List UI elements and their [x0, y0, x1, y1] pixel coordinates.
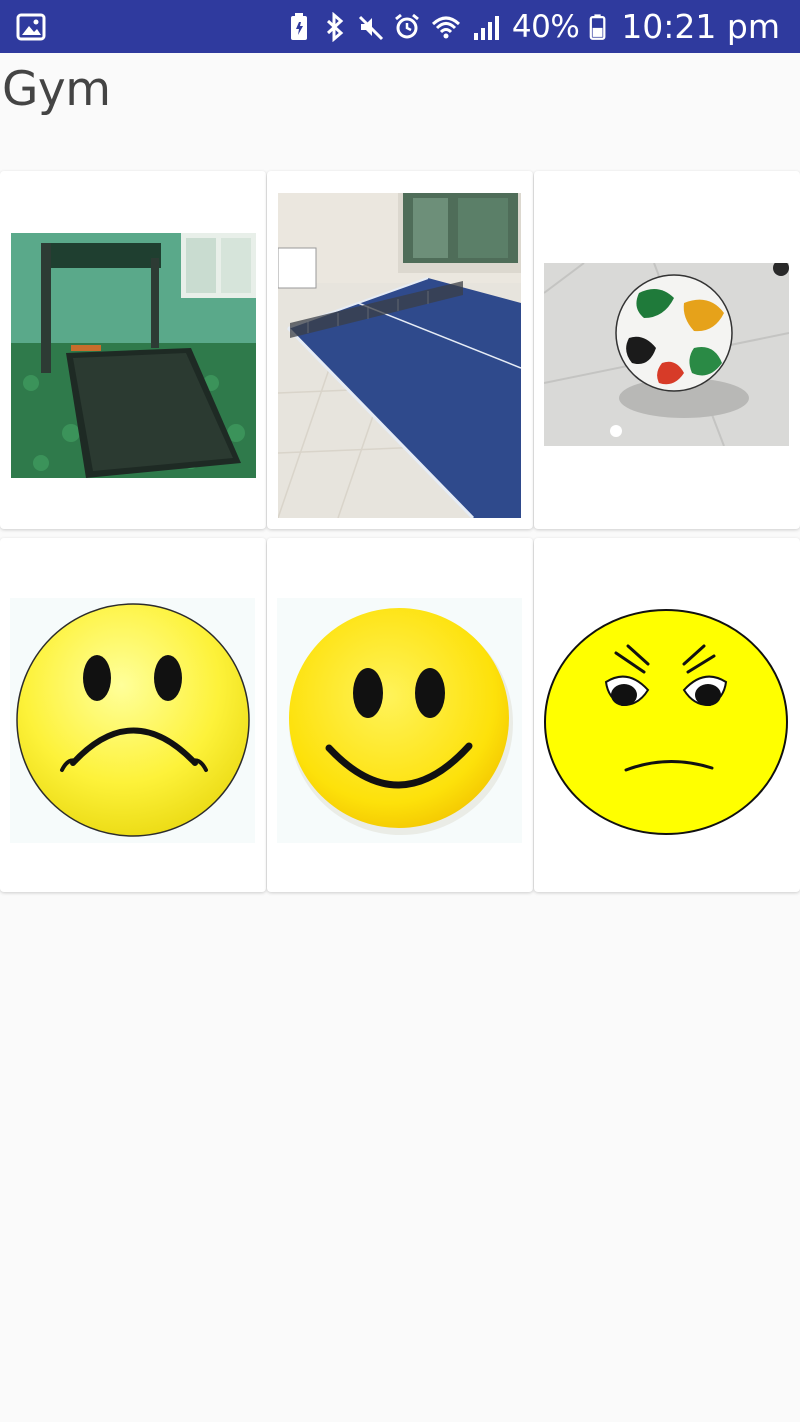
ping-pong-table-image — [278, 193, 521, 518]
status-bar: 40% 10:21 pm — [0, 0, 800, 53]
grid-item-happy-face[interactable] — [267, 538, 533, 892]
treadmill-image — [11, 233, 256, 478]
grid-item-angry-face[interactable] — [534, 538, 800, 892]
grid-item-sad-face[interactable] — [0, 538, 266, 892]
battery-icon — [589, 13, 606, 40]
signal-icon — [473, 15, 499, 40]
image-notification-icon — [16, 13, 46, 41]
clock: 10:21 pm — [621, 7, 780, 46]
page-title: Gym — [2, 62, 111, 117]
battery-percent: 40% — [511, 8, 580, 45]
grid-item-soccer-ball[interactable] — [534, 171, 800, 529]
grid-item-treadmill[interactable] — [0, 171, 266, 529]
angry-face-image — [544, 598, 789, 843]
soccer-ball-image — [544, 263, 789, 446]
battery-saver-icon — [290, 12, 307, 40]
alarm-icon — [394, 13, 419, 38]
happy-face-image — [277, 598, 522, 843]
mute-icon — [358, 15, 383, 40]
grid-item-ping-pong-table[interactable] — [267, 171, 533, 529]
bluetooth-icon — [326, 11, 344, 42]
wifi-icon — [431, 16, 460, 38]
sad-face-image — [10, 598, 255, 843]
